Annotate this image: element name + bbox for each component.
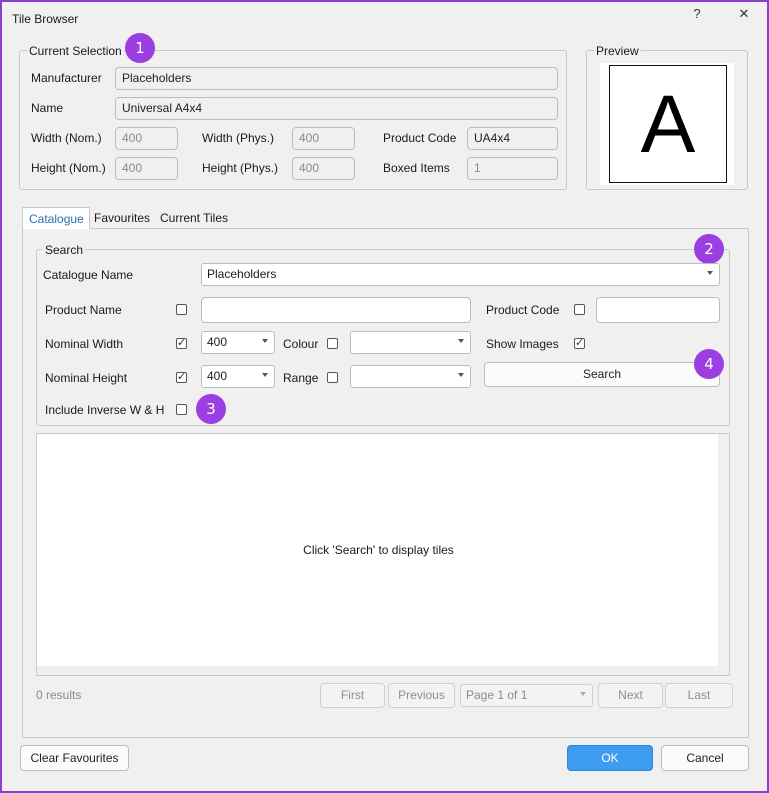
show-images-label: Show Images (486, 337, 559, 351)
name-label: Name (31, 101, 64, 115)
catalogue-name-value: Placeholders (207, 267, 277, 281)
tab-catalogue[interactable]: Catalogue (22, 207, 90, 229)
window-title: Tile Browser (12, 12, 79, 26)
show-images-checkbox[interactable] (574, 336, 585, 349)
previous-page-button[interactable]: Previous (388, 683, 455, 708)
nominal-width-label: Nominal Width (45, 337, 124, 351)
product-code-search-label: Product Code (486, 303, 560, 317)
product-code-input[interactable] (596, 297, 720, 323)
nominal-width-select[interactable]: 400 (201, 331, 275, 354)
chevron-down-icon (580, 692, 586, 696)
callout-badge-1: 1 (125, 33, 155, 63)
nominal-width-value: 400 (207, 335, 228, 349)
catalogue-name-select[interactable]: Placeholders (201, 263, 720, 286)
search-legend: Search (43, 243, 86, 257)
width-nom-field: 400 (115, 127, 178, 150)
tab-favourites[interactable]: Favourites (94, 211, 150, 225)
product-name-input[interactable] (201, 297, 471, 323)
results-placeholder: Click 'Search' to display tiles (303, 543, 454, 557)
close-icon[interactable]: ✕ (734, 6, 754, 22)
chevron-down-icon (262, 339, 268, 343)
help-icon[interactable]: ? (687, 6, 707, 21)
chevron-down-icon (458, 373, 464, 377)
ok-button[interactable]: OK (567, 745, 653, 771)
width-phys-label: Width (Phys.) (202, 131, 275, 145)
boxed-items-field: 1 (467, 157, 558, 180)
nominal-width-checkbox[interactable] (176, 336, 187, 349)
clear-favourites-button[interactable]: Clear Favourites (20, 745, 129, 771)
chevron-down-icon (707, 271, 713, 275)
search-button[interactable]: Search (484, 362, 720, 387)
range-label: Range (283, 371, 319, 385)
include-inverse-checkbox[interactable] (176, 404, 187, 415)
page-select-value: Page 1 of 1 (466, 688, 528, 702)
product-code-checkbox[interactable] (574, 304, 585, 315)
product-name-label: Product Name (45, 303, 122, 317)
callout-badge-2: 2 (694, 234, 724, 264)
include-inverse-label: Include Inverse W & H (45, 403, 165, 417)
callout-badge-3: 3 (196, 394, 226, 424)
tile-preview-image: A (609, 65, 727, 183)
manufacturer-field: Placeholders (115, 67, 558, 90)
width-phys-field: 400 (292, 127, 355, 150)
results-count: 0 results (36, 688, 82, 702)
nominal-height-select[interactable]: 400 (201, 365, 275, 388)
last-page-button[interactable]: Last (665, 683, 733, 708)
product-code-label: Product Code (383, 131, 457, 145)
nominal-height-label: Nominal Height (45, 371, 128, 385)
manufacturer-label: Manufacturer (31, 71, 102, 85)
height-phys-field: 400 (292, 157, 355, 180)
chevron-down-icon (262, 373, 268, 377)
nominal-height-value: 400 (207, 369, 228, 383)
callout-badge-4: 4 (694, 349, 724, 379)
height-nom-field: 400 (115, 157, 178, 180)
name-field: Universal A4x4 (115, 97, 558, 120)
cancel-button[interactable]: Cancel (661, 745, 749, 771)
height-phys-label: Height (Phys.) (202, 161, 279, 175)
product-code-field: UA4x4 (467, 127, 558, 150)
first-page-button[interactable]: First (320, 683, 385, 708)
boxed-items-label: Boxed Items (383, 161, 450, 175)
colour-select[interactable] (350, 331, 471, 354)
catalogue-name-label: Catalogue Name (43, 268, 134, 282)
current-selection-legend: Current Selection (27, 44, 124, 58)
colour-label: Colour (283, 337, 319, 351)
page-select[interactable]: Page 1 of 1 (460, 684, 593, 707)
width-nom-label: Width (Nom.) (31, 131, 102, 145)
results-hscrollbar[interactable] (37, 666, 718, 675)
tab-current-tiles[interactable]: Current Tiles (160, 211, 228, 225)
height-nom-label: Height (Nom.) (31, 161, 106, 175)
nominal-height-checkbox[interactable] (176, 370, 187, 383)
product-name-checkbox[interactable] (176, 304, 187, 315)
preview-legend: Preview (594, 44, 641, 58)
chevron-down-icon (458, 339, 464, 343)
colour-checkbox[interactable] (327, 338, 338, 349)
range-checkbox[interactable] (327, 372, 338, 383)
tile-browser-window: Tile Browser ? ✕ Current Selection 1 Man… (2, 2, 767, 791)
next-page-button[interactable]: Next (598, 683, 663, 708)
range-select[interactable] (350, 365, 471, 388)
